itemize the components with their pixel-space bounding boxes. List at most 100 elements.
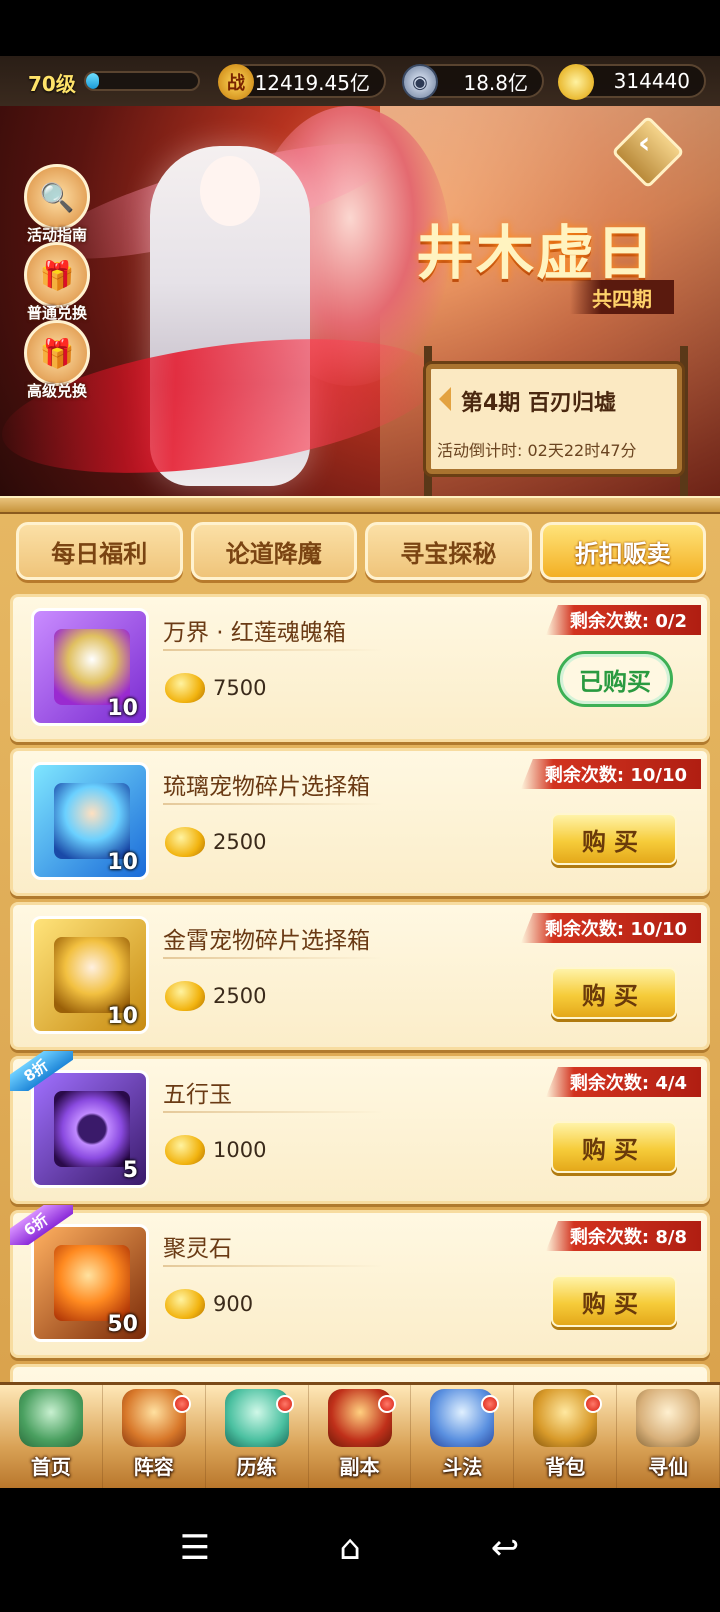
item-art <box>54 629 130 705</box>
silver-value: 18.8亿 <box>463 70 528 95</box>
normal-exchange-button[interactable]: 🎁 普通兑换 <box>18 242 96 323</box>
item-quantity: 50 <box>107 1312 138 1337</box>
item-price: 2500 <box>165 981 266 1011</box>
divider <box>163 1265 383 1267</box>
left-arrow-icon[interactable] <box>439 387 451 411</box>
status-bar <box>0 0 720 56</box>
shop-panel: 每日福利 论道降魔 寻宝探秘 折扣贩卖 10 万界 · 红莲魂魄箱 7500 剩… <box>0 514 720 1414</box>
item-art <box>54 783 130 859</box>
nav-label: 寻仙 <box>648 1455 689 1479</box>
item-list[interactable]: 10 万界 · 红莲魂魄箱 7500 剩余次数: 0/2 已购买 10 琉璃宠物… <box>10 594 710 1394</box>
purchased-badge: 已购买 <box>557 651 673 707</box>
remaining-count: 剩余次数: 4/4 <box>545 1067 701 1097</box>
remaining-count: 剩余次数: 10/10 <box>520 913 701 943</box>
gold-ingot-icon <box>165 673 205 703</box>
item-icon[interactable]: 10 <box>31 916 149 1034</box>
combat-power: 战 12419.45亿 <box>218 64 386 100</box>
price-value: 7500 <box>213 676 267 700</box>
level-progress-fill <box>86 73 100 89</box>
item-icon[interactable]: 10 <box>31 608 149 726</box>
discount-badge: 6折 <box>10 1205 73 1245</box>
item-icon[interactable]: 10 <box>31 762 149 880</box>
price-value: 2500 <box>213 830 267 854</box>
gold-currency[interactable]: 314440 <box>558 64 706 100</box>
activity-guide-button[interactable]: 🔍 活动指南 <box>18 164 96 245</box>
price-value: 2500 <box>213 984 267 1008</box>
period-title: 第4期 百刃归墟 <box>461 391 616 416</box>
remaining-count: 剩余次数: 10/10 <box>520 759 701 789</box>
item-name: 聚灵石 <box>163 1236 232 1262</box>
gift-box-icon: 🎁 <box>24 320 90 386</box>
gold-value: 314440 <box>613 69 690 93</box>
nav-bag[interactable]: 背包 <box>514 1385 618 1488</box>
back-arrow-icon: ‹ <box>638 125 651 161</box>
countdown-timer: 活动倒计时: 02天22时47分 <box>437 441 637 460</box>
home-icon[interactable]: ⌂ <box>325 1528 375 1568</box>
advanced-exchange-button[interactable]: 🎁 高级兑换 <box>18 320 96 401</box>
price-value: 900 <box>213 1292 254 1316</box>
item-price: 7500 <box>165 673 266 703</box>
buy-button[interactable]: 购买 <box>551 813 677 865</box>
back-icon[interactable]: ↩ <box>480 1528 530 1568</box>
silver-currency[interactable]: ◉ 18.8亿 <box>402 64 544 100</box>
remaining-count: 剩余次数: 8/8 <box>545 1221 701 1251</box>
banner-divider <box>0 496 720 514</box>
nav-label: 背包 <box>545 1455 586 1479</box>
item-name: 琉璃宠物碎片选择箱 <box>163 774 370 800</box>
item-name: 五行玉 <box>163 1082 232 1108</box>
tab-daily-welfare[interactable]: 每日福利 <box>16 522 183 580</box>
item-quantity: 10 <box>107 1004 138 1029</box>
tab-demon-battle[interactable]: 论道降魔 <box>190 522 357 580</box>
player-level: 70级 <box>28 72 76 96</box>
mountain-icon <box>18 1389 83 1447</box>
gift-box-icon: 🎁 <box>24 242 90 308</box>
tab-bar: 每日福利 论道降魔 寻宝探秘 折扣贩卖 <box>16 522 706 580</box>
item-art <box>54 1091 130 1167</box>
nav-home[interactable]: 首页 <box>0 1385 103 1488</box>
gold-ingot-icon <box>165 1289 205 1319</box>
item-name: 金霄宠物碎片选择箱 <box>163 928 370 954</box>
scroll-icon <box>636 1389 701 1447</box>
nav-label: 副本 <box>339 1455 380 1479</box>
notification-dot <box>584 1395 603 1413</box>
item-quantity: 5 <box>122 1158 138 1183</box>
discount-badge: 8折 <box>10 1051 73 1091</box>
nav-battle[interactable]: 斗法 <box>411 1385 515 1488</box>
tab-discount-sale[interactable]: 折扣贩卖 <box>539 522 706 580</box>
event-title: 井木虚日 <box>416 219 657 287</box>
menu-icon[interactable]: ☰ <box>170 1528 220 1568</box>
nav-seek-immortal[interactable]: 寻仙 <box>617 1385 720 1488</box>
buy-button[interactable]: 购买 <box>551 967 677 1019</box>
shop-item-card: 50 6折 聚灵石 900 剩余次数: 8/8 购买 <box>10 1205 710 1358</box>
nav-label: 阵容 <box>133 1455 174 1479</box>
item-price: 1000 <box>165 1135 266 1165</box>
item-quantity: 10 <box>107 850 138 875</box>
event-banner: 🔍 活动指南 🎁 普通兑换 🎁 高级兑换 ‹ 井木虚日 共四期 第4期 百刃归墟… <box>0 106 720 496</box>
gold-ingot-icon <box>165 827 205 857</box>
nav-label: 历练 <box>236 1455 277 1479</box>
buy-button[interactable]: 购买 <box>551 1121 677 1173</box>
advanced-exchange-label: 高级兑换 <box>26 382 87 400</box>
nav-label: 首页 <box>30 1455 71 1479</box>
price-value: 1000 <box>213 1138 267 1162</box>
item-price: 2500 <box>165 827 266 857</box>
silver-coin-icon: ◉ <box>402 64 438 100</box>
item-name: 万界 · 红莲魂魄箱 <box>163 620 346 646</box>
bottom-navigation: 首页 阵容 历练 副本 斗法 背包 寻仙 <box>0 1382 720 1488</box>
notification-dot <box>378 1395 397 1413</box>
divider <box>163 957 383 959</box>
combat-power-value: 12419.45亿 <box>254 70 370 95</box>
gold-ingot-icon <box>558 64 594 100</box>
shop-item-card: 10 万界 · 红莲魂魄箱 7500 剩余次数: 0/2 已购买 <box>10 594 710 742</box>
shop-item-card: 10 金霄宠物碎片选择箱 2500 剩余次数: 10/10 购买 <box>10 902 710 1050</box>
nav-dungeon[interactable]: 副本 <box>309 1385 412 1488</box>
nav-lineup[interactable]: 阵容 <box>103 1385 206 1488</box>
game-screen: 70级 战 12419.45亿 ◉ 18.8亿 314440 🔍 活动指南 🎁 … <box>0 0 720 1612</box>
divider <box>163 649 383 651</box>
buy-button[interactable]: 购买 <box>551 1275 677 1327</box>
shop-item-card: 5 8折 五行玉 1000 剩余次数: 4/4 购买 <box>10 1051 710 1204</box>
combat-power-icon: 战 <box>218 64 254 100</box>
tab-treasure-hunt[interactable]: 寻宝探秘 <box>365 522 532 580</box>
nav-training[interactable]: 历练 <box>206 1385 309 1488</box>
level-progress-bar <box>84 71 200 91</box>
